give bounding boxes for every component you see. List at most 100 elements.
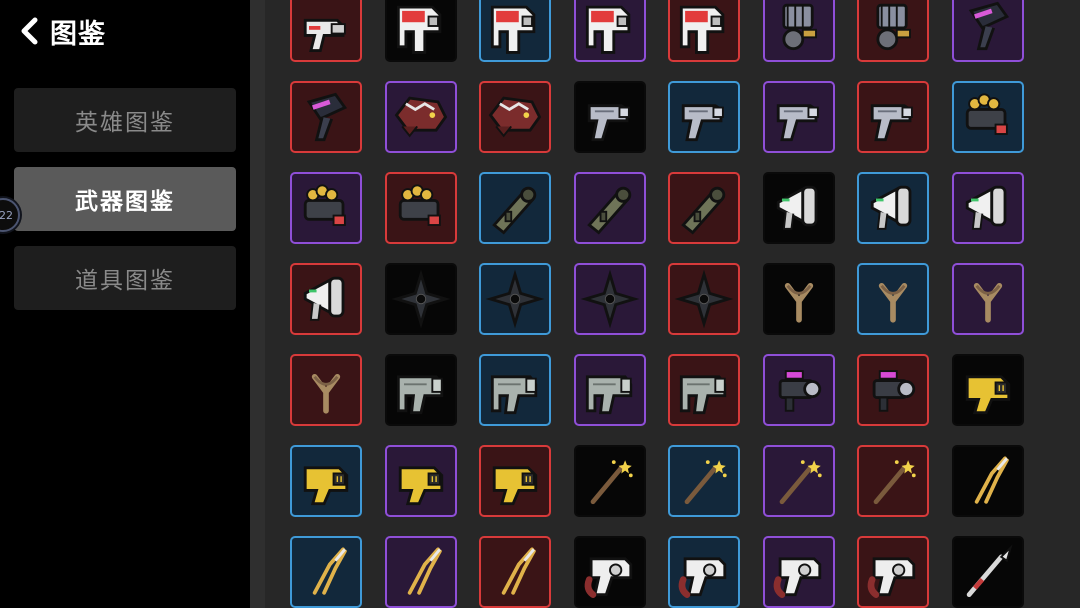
weapon-card[interactable] bbox=[762, 172, 835, 244]
slingshot-icon bbox=[311, 373, 341, 414]
weapon-card[interactable] bbox=[668, 0, 740, 62]
weapon-card[interactable] bbox=[857, 0, 929, 62]
slingshot-icon bbox=[878, 282, 908, 323]
weapon-card[interactable] bbox=[384, 354, 457, 426]
hair-dryer-icon bbox=[306, 92, 348, 142]
dragon-gun-icon bbox=[488, 96, 542, 138]
weapon-grid bbox=[265, 0, 1080, 608]
weapon-card[interactable] bbox=[290, 263, 362, 335]
weapon-card[interactable] bbox=[668, 445, 740, 517]
weapon-card[interactable] bbox=[573, 81, 646, 153]
weapon-card[interactable] bbox=[573, 445, 646, 517]
weapon-card[interactable] bbox=[762, 445, 835, 517]
bazooka-icon bbox=[681, 186, 726, 235]
weapon-card[interactable] bbox=[384, 263, 457, 335]
weapon-card[interactable] bbox=[290, 81, 362, 153]
weapon-card[interactable] bbox=[762, 0, 835, 62]
weapon-card[interactable] bbox=[668, 354, 740, 426]
magic-wand-icon bbox=[590, 460, 633, 505]
weapon-card[interactable] bbox=[479, 445, 551, 517]
shuriken-icon bbox=[674, 269, 734, 329]
weapon-card[interactable] bbox=[479, 172, 551, 244]
weapon-card[interactable] bbox=[573, 172, 646, 244]
nail-gun-icon bbox=[396, 375, 443, 415]
weapon-card[interactable] bbox=[857, 445, 929, 517]
weapon-card[interactable] bbox=[951, 445, 1024, 517]
page-title: 图鉴 bbox=[50, 18, 106, 50]
pistol-icon bbox=[681, 104, 724, 142]
revolver-icon bbox=[867, 557, 916, 598]
shears-icon bbox=[407, 547, 442, 595]
weapon-card[interactable] bbox=[479, 536, 551, 608]
weapon-card[interactable] bbox=[668, 172, 740, 244]
weapon-card[interactable] bbox=[479, 0, 551, 62]
weapon-card[interactable] bbox=[290, 0, 362, 62]
megaphone-icon bbox=[965, 185, 1006, 230]
weapon-card[interactable] bbox=[951, 263, 1024, 335]
megaphone-icon bbox=[870, 185, 912, 230]
back-button[interactable]: 图鉴 bbox=[18, 8, 106, 54]
weapon-card[interactable] bbox=[951, 536, 1024, 608]
weapon-card[interactable] bbox=[951, 354, 1024, 426]
pistol-icon bbox=[776, 104, 819, 142]
revolver-icon bbox=[678, 557, 727, 598]
slingshot-icon bbox=[784, 282, 813, 323]
weapon-card[interactable] bbox=[384, 445, 457, 517]
taser-icon bbox=[398, 466, 443, 506]
weapon-card[interactable] bbox=[479, 354, 551, 426]
hair-dryer-icon bbox=[968, 1, 1009, 51]
taser-icon bbox=[303, 466, 349, 506]
dragon-gun-icon bbox=[394, 96, 447, 138]
weapon-card[interactable] bbox=[290, 172, 362, 244]
weapon-card[interactable] bbox=[290, 354, 362, 426]
weapon-card[interactable] bbox=[668, 81, 740, 153]
red-blaster-icon bbox=[585, 5, 630, 54]
tab-hero-codex[interactable]: 英雄图鉴 bbox=[14, 88, 236, 152]
pistol-icon bbox=[587, 104, 630, 142]
magic-wand-icon bbox=[684, 460, 727, 505]
weapon-card[interactable] bbox=[573, 263, 646, 335]
pistol-icon bbox=[870, 104, 913, 142]
weapon-card[interactable] bbox=[573, 536, 646, 608]
gatling-icon bbox=[876, 3, 911, 51]
treasure-cannon-icon bbox=[303, 184, 346, 226]
weapon-card[interactable] bbox=[762, 263, 835, 335]
weapon-card[interactable] bbox=[384, 172, 457, 244]
weapon-card[interactable] bbox=[951, 0, 1024, 62]
taser-icon bbox=[492, 466, 538, 506]
weapon-card[interactable] bbox=[290, 536, 362, 608]
weapon-card[interactable] bbox=[762, 536, 835, 608]
weapon-card[interactable] bbox=[857, 536, 929, 608]
red-blaster-icon bbox=[490, 5, 536, 54]
shears-icon bbox=[501, 547, 536, 595]
weapon-card[interactable] bbox=[573, 0, 646, 62]
tab-weapon-codex[interactable]: 武器图鉴 bbox=[14, 167, 236, 231]
weapon-card[interactable] bbox=[857, 172, 929, 244]
nail-gun-icon bbox=[490, 375, 538, 415]
weapon-card[interactable] bbox=[384, 536, 457, 608]
weapon-card[interactable] bbox=[479, 81, 551, 153]
weapon-card[interactable] bbox=[668, 263, 740, 335]
weapon-card[interactable] bbox=[762, 81, 835, 153]
weapon-card[interactable] bbox=[857, 81, 929, 153]
weapon-card[interactable] bbox=[857, 263, 929, 335]
tab-item-codex[interactable]: 道具图鉴 bbox=[14, 246, 236, 310]
bazooka-icon bbox=[492, 186, 537, 235]
revolver-icon bbox=[584, 557, 632, 598]
weapon-card[interactable] bbox=[857, 354, 929, 426]
red-blaster-icon bbox=[679, 5, 725, 54]
weapon-card[interactable] bbox=[668, 536, 740, 608]
weapon-card[interactable] bbox=[479, 263, 551, 335]
weapon-card[interactable] bbox=[384, 0, 457, 62]
gatling-icon bbox=[781, 3, 817, 51]
weapon-card[interactable] bbox=[762, 354, 835, 426]
weapon-card[interactable] bbox=[384, 81, 457, 153]
shuriken-icon bbox=[485, 269, 545, 329]
bazooka-icon bbox=[586, 186, 631, 235]
magic-wand-icon bbox=[779, 460, 822, 505]
blaster-icon bbox=[303, 18, 346, 52]
weapon-card[interactable] bbox=[951, 81, 1024, 153]
weapon-card[interactable] bbox=[951, 172, 1024, 244]
weapon-card[interactable] bbox=[573, 354, 646, 426]
weapon-card[interactable] bbox=[290, 445, 362, 517]
